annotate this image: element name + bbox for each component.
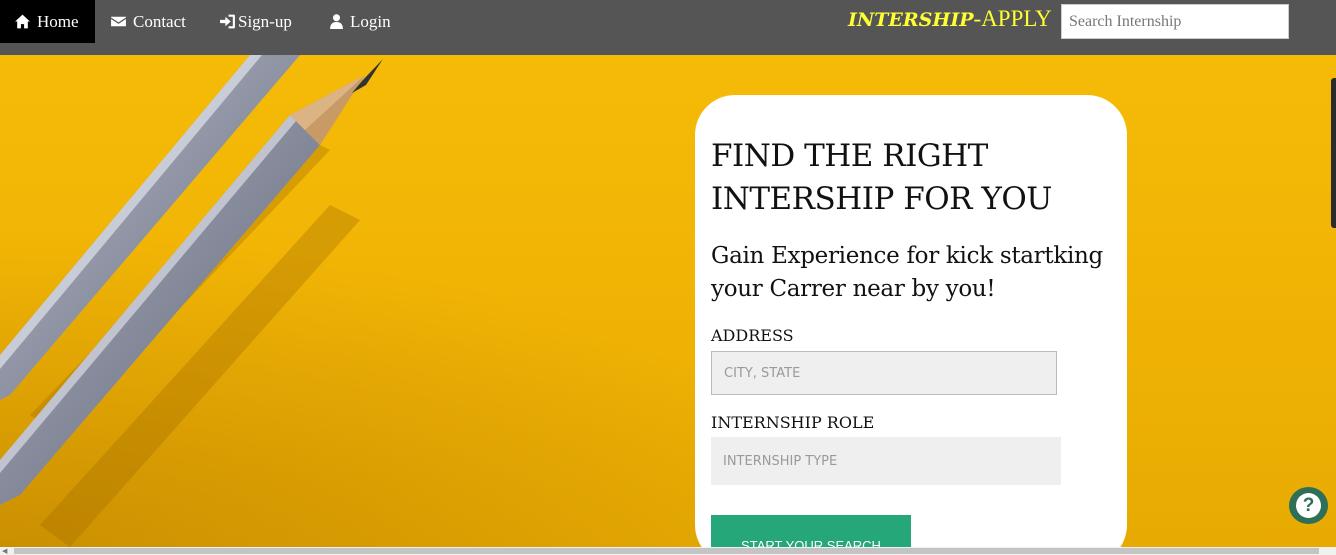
- nav-signup-label: Sign-up: [238, 11, 292, 31]
- user-icon: [327, 13, 345, 31]
- question-icon: ?: [1296, 493, 1321, 518]
- nav-contact[interactable]: Contact: [109, 0, 186, 43]
- nav-contact-label: Contact: [133, 11, 186, 31]
- card-title: FIND THE RIGHT INTERSHIP FOR YOU: [711, 138, 1052, 217]
- nav-login[interactable]: Login: [327, 0, 391, 43]
- scrollbar-thumb[interactable]: [14, 548, 1319, 554]
- hero-banner: [0, 55, 1336, 547]
- sign-in-icon: [218, 13, 236, 31]
- address-input[interactable]: [711, 351, 1057, 395]
- nav-home-label: Home: [37, 11, 79, 31]
- nav-home[interactable]: Home: [0, 0, 95, 43]
- internship-role-label: INTERNSHIP ROLE: [711, 413, 875, 432]
- address-label: ADDRESS: [711, 326, 794, 345]
- home-icon: [13, 13, 31, 31]
- search-card: FIND THE RIGHT INTERSHIP FOR YOU Gain Ex…: [695, 95, 1127, 555]
- search-internship-input[interactable]: [1061, 4, 1289, 39]
- nav-signup[interactable]: Sign-up: [218, 0, 292, 43]
- card-subtitle: Gain Experience for kick startking your …: [711, 243, 1103, 302]
- pencils-image: [0, 55, 383, 547]
- brand-part1: INTERSHIP: [848, 9, 974, 31]
- internship-role-input[interactable]: [711, 437, 1061, 485]
- brand-part2: -APPLY: [973, 6, 1052, 31]
- horizontal-scrollbar[interactable]: ◀: [0, 547, 1336, 555]
- top-navbar: Home Contact Sign-up Login INTERSHIP-APP…: [0, 0, 1336, 55]
- help-button[interactable]: ?: [1289, 487, 1328, 524]
- nav-login-label: Login: [350, 11, 391, 31]
- brand-logo: INTERSHIP-APPLY: [848, 6, 1052, 32]
- envelope-icon: [109, 13, 127, 31]
- side-tab-edge: [1331, 78, 1336, 228]
- scroll-left-arrow-icon[interactable]: ◀: [2, 547, 7, 555]
